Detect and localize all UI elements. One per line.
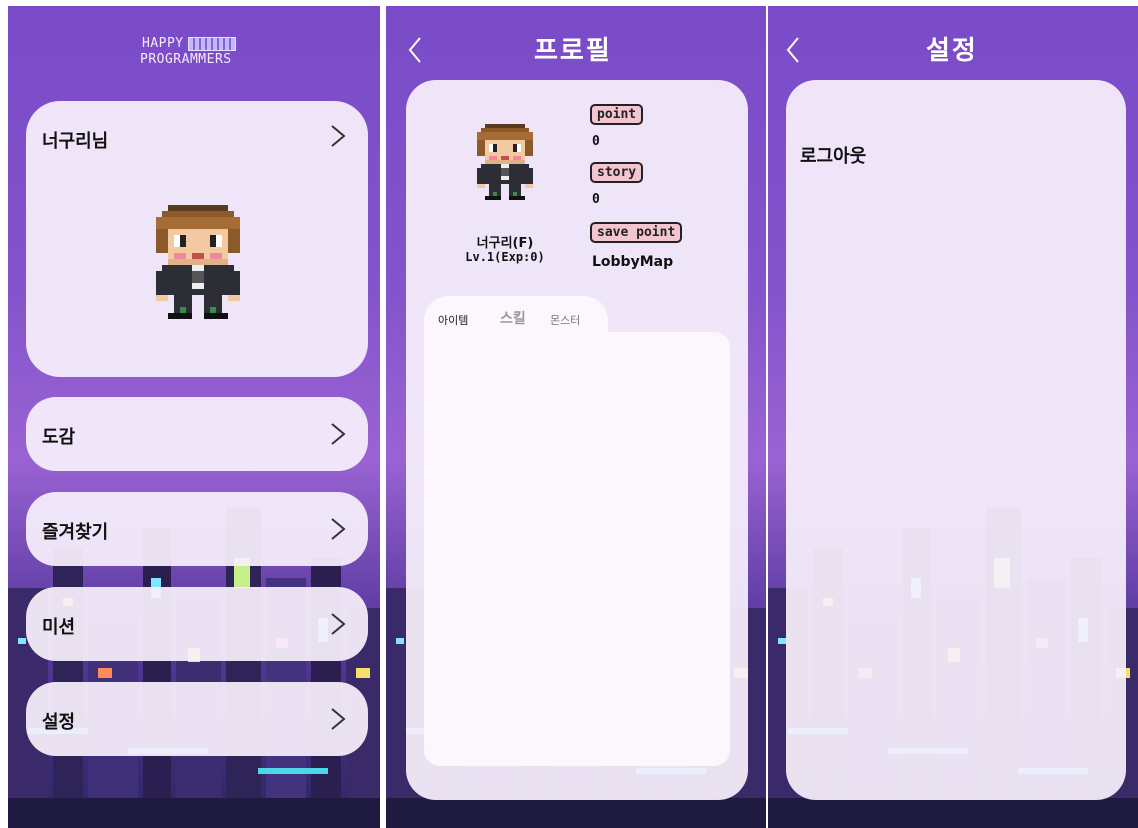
menu-item-settings[interactable]: 설정 — [26, 682, 368, 756]
avatar — [477, 124, 533, 200]
keyboard-icon — [187, 36, 236, 51]
back-arrow-icon[interactable] — [782, 34, 804, 66]
profile-label: 너구리님 — [42, 131, 109, 152]
logo-line-1: HAPPY — [142, 36, 184, 51]
story-value: 0 — [592, 192, 600, 207]
tab-skills[interactable]: 스킬 — [500, 308, 526, 328]
menu-item-label: 설정 — [42, 712, 76, 733]
point-badge: point — [590, 104, 644, 125]
point-value: 0 — [592, 134, 600, 149]
save-point-value: LobbyMap — [592, 254, 674, 270]
menu-item-label: 즐겨찾기 — [42, 522, 109, 543]
profile-card[interactable]: 너구리님 — [26, 101, 368, 377]
chevron-right-icon — [331, 423, 346, 445]
save-point-badge: save point — [590, 222, 683, 243]
settings-card: 로그아웃 — [786, 80, 1126, 800]
tab-items[interactable]: 아이템 — [438, 312, 468, 328]
logo-line-2: PROGRAMMERS — [140, 52, 232, 67]
inventory-panel — [424, 332, 730, 766]
menu-item-favorites[interactable]: 즐겨찾기 — [26, 492, 368, 566]
menu-item-label: 도감 — [42, 427, 76, 448]
story-badge: story — [590, 162, 644, 183]
logout-button[interactable]: 로그아웃 — [800, 142, 866, 168]
page-title: 프로필 — [534, 36, 612, 66]
chevron-right-icon[interactable] — [322, 121, 352, 151]
menu-screen: HAPPY PROGRAMMERS 너구리님 도감 즐겨찾기 미션 설정 — [8, 6, 380, 828]
app-logo: HAPPY PROGRAMMERS — [140, 36, 236, 68]
settings-screen: 설정 로그아웃 — [768, 6, 1138, 828]
profile-card: 너구리(F) Lv.1(Exp:0) point 0 story 0 save … — [406, 80, 748, 800]
tab-monsters[interactable]: 몬스터 — [550, 312, 580, 328]
chevron-right-icon — [331, 708, 346, 730]
character-name: 너구리(F) — [476, 236, 534, 251]
menu-item-mission[interactable]: 미션 — [26, 587, 368, 661]
avatar — [156, 205, 240, 319]
back-arrow-icon[interactable] — [404, 34, 426, 66]
menu-item-label: 미션 — [42, 617, 76, 638]
chevron-right-icon — [331, 613, 346, 635]
page-title: 설정 — [926, 36, 978, 66]
character-level: Lv.1(Exp:0) — [465, 250, 545, 264]
menu-item-collection[interactable]: 도감 — [26, 397, 368, 471]
chevron-right-icon — [331, 518, 346, 540]
profile-screen: 프로필 너구리(F) Lv.1(Exp:0) point 0 story 0 s… — [386, 6, 766, 828]
